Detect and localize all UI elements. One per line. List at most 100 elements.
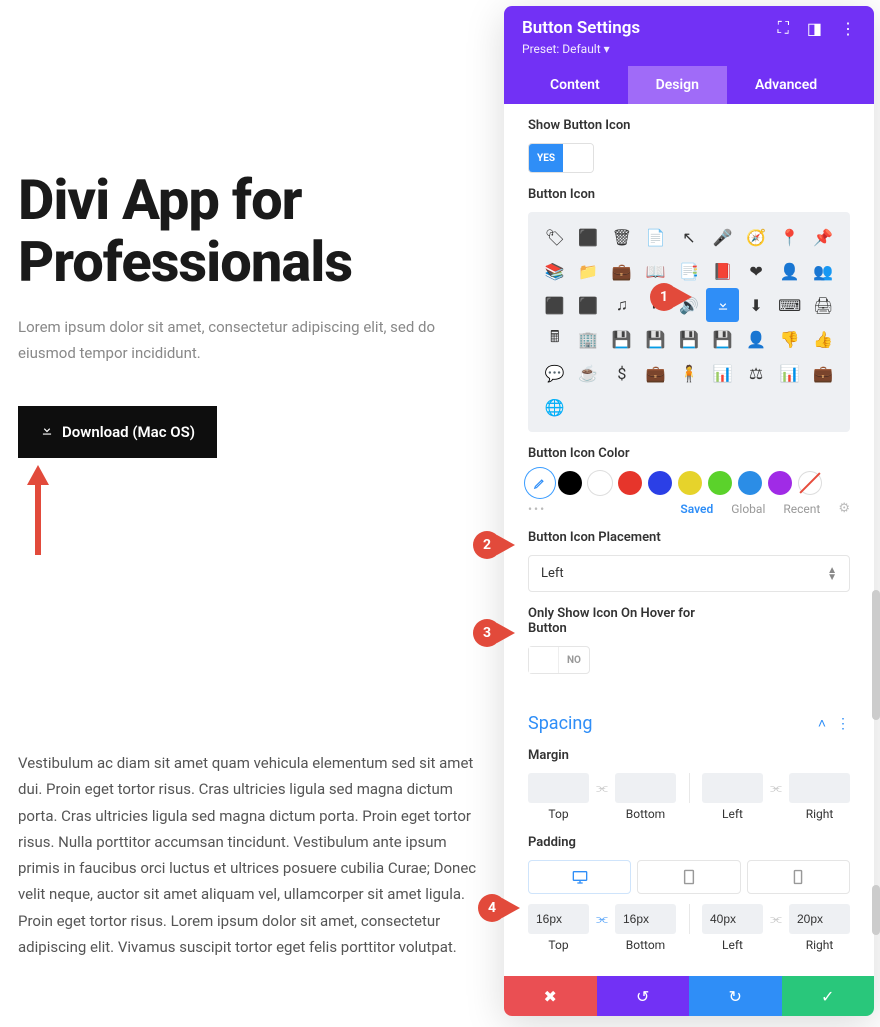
icon-cell[interactable]: 👥	[806, 254, 840, 288]
icon-cell[interactable]: ⌨	[773, 288, 807, 322]
icon-cell[interactable]: ⚖	[739, 356, 773, 390]
link-icon[interactable]: ⫘	[593, 781, 611, 796]
icon-cell[interactable]: 💼	[639, 356, 673, 390]
redo-button[interactable]: ↻	[689, 976, 782, 1016]
delete-button[interactable]: ✖	[504, 976, 597, 1016]
color-swatch[interactable]	[768, 471, 792, 495]
device-tablet[interactable]	[637, 860, 740, 894]
toggle-show-icon[interactable]: YES	[528, 143, 594, 173]
padding-right-input[interactable]	[789, 904, 850, 934]
link-icon[interactable]: ⫘	[767, 781, 785, 796]
icon-cell[interactable]: 💾	[672, 322, 706, 356]
icon-cell[interactable]: $	[605, 356, 639, 390]
download-label: Download (Mac OS)	[62, 423, 195, 441]
toggle-hover[interactable]: NO	[528, 646, 590, 674]
scrollbar[interactable]	[872, 885, 880, 935]
link-icon[interactable]: ⫘	[593, 912, 611, 927]
icon-cell[interactable]: 🖩	[538, 322, 572, 356]
icon-cell[interactable]: 🎤	[706, 220, 740, 254]
icon-cell[interactable]: 👍	[806, 322, 840, 356]
margin-left-input[interactable]	[702, 773, 763, 803]
label-placement: Button Icon Placement	[528, 530, 850, 545]
label-icon-color: Button Icon Color	[528, 446, 850, 461]
icon-cell[interactable]: 📍	[773, 220, 807, 254]
icon-cell[interactable]: 💾	[639, 322, 673, 356]
icon-cell[interactable]: 📕	[706, 254, 740, 288]
icon-cell[interactable]: 💾	[706, 322, 740, 356]
icon-cell[interactable]: 👤	[739, 322, 773, 356]
kebab-icon[interactable]: ⋮	[840, 19, 856, 38]
icon-cell[interactable]: 📊	[773, 356, 807, 390]
expand-icon[interactable]: ⛶	[778, 18, 789, 38]
device-phone[interactable]	[747, 860, 850, 894]
icon-cell[interactable]: 🏷	[538, 220, 572, 254]
icon-cell[interactable]	[706, 288, 740, 322]
undo-button[interactable]: ↺	[597, 976, 690, 1016]
kebab-icon[interactable]: ⋮	[836, 716, 850, 732]
icon-cell[interactable]: ☕	[572, 356, 606, 390]
icon-cell[interactable]: ⬛	[572, 220, 606, 254]
icon-cell[interactable]: 📌	[806, 220, 840, 254]
color-swatch[interactable]	[588, 471, 612, 495]
section-spacing[interactable]: Spacing ˄⋮	[528, 697, 850, 734]
margin-right-input[interactable]	[789, 773, 850, 803]
icon-cell[interactable]: 🗑	[605, 220, 639, 254]
color-swatch[interactable]	[648, 471, 672, 495]
icon-cell[interactable]: 🌐	[538, 390, 572, 424]
padding-top-input[interactable]	[528, 904, 589, 934]
padding-left-input[interactable]	[702, 904, 763, 934]
color-swatch[interactable]	[558, 471, 582, 495]
color-tab-saved[interactable]: Saved	[680, 502, 713, 516]
label-padding: Padding	[528, 835, 850, 850]
color-none[interactable]	[798, 471, 822, 495]
color-tab-global[interactable]: Global	[731, 502, 765, 516]
icon-cell[interactable]: ❤	[739, 254, 773, 288]
page-subtitle: Lorem ipsum dolor sit amet, consectetur …	[18, 315, 458, 366]
color-tab-recent[interactable]: Recent	[783, 502, 820, 516]
color-picker-icon[interactable]	[528, 471, 552, 495]
columns-icon[interactable]: ◨	[807, 19, 822, 38]
icon-cell[interactable]: ↖	[672, 220, 706, 254]
placement-select[interactable]: Left ▲▼	[528, 555, 850, 592]
icon-cell[interactable]: 👎	[773, 322, 807, 356]
icon-cell[interactable]: 📁	[572, 254, 606, 288]
icon-cell[interactable]: 🏢	[572, 322, 606, 356]
color-swatch[interactable]	[618, 471, 642, 495]
page-heading: Divi App for Professionals	[18, 170, 498, 293]
panel-footer: ✖ ↺ ↻ ✓	[504, 976, 874, 1016]
color-more[interactable]: •••	[528, 502, 546, 516]
color-swatch[interactable]	[678, 471, 702, 495]
tab-design[interactable]: Design	[628, 66, 727, 104]
margin-bottom-input[interactable]	[615, 773, 676, 803]
icon-cell[interactable]: 🧭	[739, 220, 773, 254]
icon-cell[interactable]: ♫	[605, 288, 639, 322]
device-desktop[interactable]	[528, 860, 631, 894]
preset-selector[interactable]: Preset: Default ▾	[522, 38, 856, 66]
color-swatch[interactable]	[738, 471, 762, 495]
icon-cell[interactable]: 📊	[706, 356, 740, 390]
download-button[interactable]: Download (Mac OS)	[18, 406, 217, 458]
icon-cell[interactable]: 💬	[538, 356, 572, 390]
icon-cell[interactable]: 👤	[773, 254, 807, 288]
download-icon	[40, 423, 54, 441]
scrollbar[interactable]	[872, 590, 880, 720]
tab-content[interactable]: Content	[522, 66, 628, 104]
icon-cell[interactable]: 📄	[639, 220, 673, 254]
margin-top-input[interactable]	[528, 773, 589, 803]
link-icon[interactable]: ⫘	[767, 912, 785, 927]
icon-cell[interactable]: 💼	[605, 254, 639, 288]
icon-cell[interactable]: ⬛	[572, 288, 606, 322]
tab-advanced[interactable]: Advanced	[727, 66, 845, 104]
icon-cell[interactable]: 🖨	[806, 288, 840, 322]
gear-icon[interactable]: ⚙	[838, 501, 850, 516]
icon-cell[interactable]: 💼	[806, 356, 840, 390]
color-swatch[interactable]	[708, 471, 732, 495]
color-row	[528, 471, 850, 495]
icon-cell[interactable]: 📚	[538, 254, 572, 288]
icon-cell[interactable]: ⬛	[538, 288, 572, 322]
icon-cell[interactable]: 🧍	[672, 356, 706, 390]
padding-bottom-input[interactable]	[615, 904, 676, 934]
icon-cell[interactable]: ⬇	[739, 288, 773, 322]
icon-cell[interactable]: 💾	[605, 322, 639, 356]
confirm-button[interactable]: ✓	[782, 976, 875, 1016]
